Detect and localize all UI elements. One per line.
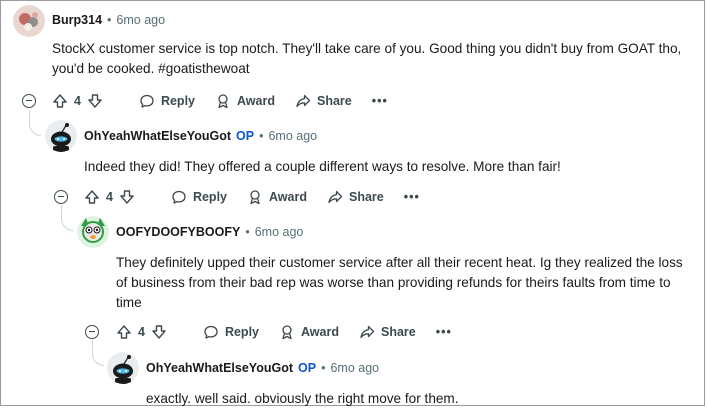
award-label: Award xyxy=(301,325,339,339)
reply-button[interactable]: Reply xyxy=(139,93,195,109)
burp-avatar-icon[interactable] xyxy=(13,5,45,37)
collapse-thread-button[interactable] xyxy=(85,325,99,339)
comment-actions: 4 Reply Award Share ••• xyxy=(116,321,472,343)
award-button[interactable]: Award xyxy=(247,189,307,205)
share-icon xyxy=(296,94,311,108)
comment-body: They definitely upped their customer ser… xyxy=(116,253,701,313)
collapse-thread-button[interactable] xyxy=(54,190,68,204)
username-link[interactable]: OhYeahWhatElseYouGot xyxy=(146,361,293,375)
award-icon xyxy=(282,325,292,340)
award-label: Award xyxy=(237,94,275,108)
comment-line: time xyxy=(116,295,142,310)
share-label: Share xyxy=(348,190,384,204)
comment-line: They definitely upped their customer ser… xyxy=(116,255,683,270)
timestamp[interactable]: 6mo ago xyxy=(116,13,165,27)
meta-separator: • xyxy=(259,129,264,143)
more-options-button[interactable]: ••• xyxy=(372,94,388,108)
upvote-icon[interactable] xyxy=(84,189,100,205)
downvote-icon[interactable] xyxy=(151,324,167,340)
vote-control: 4 xyxy=(84,189,135,205)
reply-icon xyxy=(204,325,218,339)
snoo-avatar-icon[interactable] xyxy=(45,120,77,152)
reply-label: Reply xyxy=(224,325,259,339)
reply-button[interactable]: Reply xyxy=(171,189,227,205)
share-icon xyxy=(328,190,343,204)
share-button[interactable]: Share xyxy=(359,324,416,340)
thread-line-level-2 xyxy=(61,205,62,219)
comment-line: StockX customer service is top notch. Th… xyxy=(52,41,682,56)
meta-separator: • xyxy=(107,13,112,27)
downvote-icon[interactable] xyxy=(87,93,103,109)
more-options-button[interactable]: ••• xyxy=(436,325,452,339)
reply-icon xyxy=(172,190,186,204)
share-button[interactable]: Share xyxy=(327,189,384,205)
share-button[interactable]: Share xyxy=(295,93,352,109)
upvote-icon[interactable] xyxy=(52,93,68,109)
comment-header: OhYeahWhatElseYouGot OP • 6mo ago xyxy=(146,361,379,375)
comment-actions: 4 Reply Award Share ••• xyxy=(52,90,408,112)
comment-line: you'd be cooked. #goatisthewoat xyxy=(52,61,250,76)
meta-separator: • xyxy=(245,225,250,239)
more-options-button[interactable]: ••• xyxy=(404,190,420,204)
share-label: Share xyxy=(380,325,416,339)
username-link[interactable]: OOFYDOOFYBOOFY xyxy=(116,225,240,239)
comment-header: OhYeahWhatElseYouGot OP • 6mo ago xyxy=(84,129,317,143)
username-link[interactable]: OhYeahWhatElseYouGot xyxy=(84,129,231,143)
more-options-icon: ••• xyxy=(435,325,452,339)
op-badge: OP xyxy=(298,361,317,375)
comment-actions: 4 Reply Award Share ••• xyxy=(84,186,440,208)
share-icon xyxy=(360,325,375,339)
timestamp[interactable]: 6mo ago xyxy=(330,361,379,375)
username-link[interactable]: Burp314 xyxy=(52,13,102,27)
upvote-icon[interactable] xyxy=(116,324,132,340)
comment-body: StockX customer service is top notch. Th… xyxy=(52,39,692,79)
more-options-icon: ••• xyxy=(371,94,388,108)
comment-body: exactly. well said. obviously the right … xyxy=(146,389,696,409)
collapse-thread-button[interactable] xyxy=(22,94,36,108)
vote-count: 4 xyxy=(106,190,113,204)
timestamp[interactable]: 6mo ago xyxy=(268,129,317,143)
thread-line-level-3 xyxy=(92,340,93,354)
reply-icon xyxy=(140,94,154,108)
reply-button[interactable]: Reply xyxy=(203,324,259,340)
award-button[interactable]: Award xyxy=(215,93,275,109)
comment-header: Burp314 • 6mo ago xyxy=(52,13,165,27)
comment-header: OOFYDOOFYBOOFY • 6mo ago xyxy=(116,225,303,239)
vote-count: 4 xyxy=(138,325,145,339)
snoo-avatar-icon[interactable] xyxy=(107,352,139,384)
thread-line-level-1 xyxy=(29,110,30,124)
comment-line: of business from their bad rep was worse… xyxy=(116,275,671,290)
share-label: Share xyxy=(316,94,352,108)
vote-control: 4 xyxy=(116,324,167,340)
timestamp[interactable]: 6mo ago xyxy=(255,225,304,239)
comment-line: exactly. well said. obviously the right … xyxy=(146,391,459,406)
comment-line: Indeed they did! They offered a couple d… xyxy=(84,159,561,174)
dog-avatar-icon[interactable] xyxy=(77,216,109,248)
award-icon xyxy=(250,190,260,205)
award-label: Award xyxy=(269,190,307,204)
meta-separator: • xyxy=(321,361,326,375)
more-options-icon: ••• xyxy=(403,190,420,204)
award-icon xyxy=(218,94,228,109)
comment-body: Indeed they did! They offered a couple d… xyxy=(84,157,694,177)
reply-label: Reply xyxy=(160,94,195,108)
reply-label: Reply xyxy=(192,190,227,204)
vote-control: 4 xyxy=(52,93,103,109)
op-badge: OP xyxy=(236,129,255,143)
award-button[interactable]: Award xyxy=(279,324,339,340)
vote-count: 4 xyxy=(74,94,81,108)
downvote-icon[interactable] xyxy=(119,189,135,205)
